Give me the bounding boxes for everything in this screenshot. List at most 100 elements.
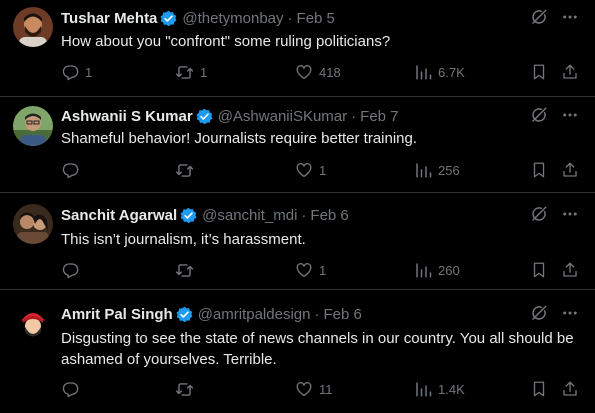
avatar[interactable] bbox=[13, 303, 53, 343]
like-button[interactable]: 1 bbox=[295, 159, 326, 181]
reply-icon bbox=[61, 63, 79, 81]
bookmark-button[interactable] bbox=[530, 159, 548, 181]
tweet[interactable]: Amrit Pal Singh @amritpaldesign · Feb 6 … bbox=[0, 290, 595, 413]
views-icon bbox=[414, 161, 432, 179]
reply-button[interactable]: 1 bbox=[61, 61, 92, 83]
retweet-icon bbox=[175, 161, 194, 180]
tweet-date[interactable]: Feb 7 bbox=[360, 108, 398, 125]
verified-badge-icon bbox=[160, 10, 177, 27]
author-name[interactable]: Amrit Pal Singh bbox=[61, 306, 173, 323]
avatar[interactable] bbox=[13, 7, 53, 47]
tweet-actions: 1 256 bbox=[61, 159, 581, 181]
tweet-text: Shameful behavior! Journalists require b… bbox=[61, 130, 418, 147]
avatar[interactable] bbox=[13, 106, 53, 146]
avatar[interactable] bbox=[13, 204, 53, 244]
views-count: 256 bbox=[438, 162, 460, 178]
retweet-button[interactable] bbox=[175, 259, 200, 281]
bookmark-button[interactable] bbox=[530, 378, 548, 400]
bookmark-button[interactable] bbox=[530, 61, 548, 83]
tweet-actions: 11 1.4K bbox=[61, 378, 581, 400]
views-count: 260 bbox=[438, 262, 460, 278]
reply-button[interactable] bbox=[61, 259, 85, 281]
tweet-top-icons bbox=[530, 205, 579, 228]
reply-button[interactable] bbox=[61, 159, 85, 181]
author-handle[interactable]: @thetymonbay bbox=[182, 10, 283, 27]
more-icon[interactable] bbox=[561, 8, 579, 31]
tweet-top-icons bbox=[530, 8, 579, 31]
views-button[interactable]: 260 bbox=[414, 259, 460, 281]
grok-icon[interactable] bbox=[530, 8, 548, 31]
views-icon bbox=[414, 380, 432, 398]
share-icon bbox=[561, 161, 579, 179]
tweet[interactable]: Ashwanii S Kumar @AshwaniiSKumar · Feb 7… bbox=[0, 97, 595, 193]
bookmark-icon bbox=[530, 380, 548, 398]
reply-icon bbox=[61, 380, 79, 398]
views-count: 1.4K bbox=[438, 381, 465, 397]
bookmark-icon bbox=[530, 161, 548, 179]
verified-badge-icon bbox=[180, 207, 197, 224]
tweet-text: How about you "confront" some ruling pol… bbox=[61, 33, 391, 50]
more-icon[interactable] bbox=[561, 304, 579, 327]
like-count: 1 bbox=[319, 162, 327, 178]
reply-icon bbox=[61, 161, 79, 179]
tweet-date[interactable]: Feb 6 bbox=[323, 306, 361, 323]
separator-dot: · bbox=[287, 9, 293, 27]
tweet-date[interactable]: Feb 6 bbox=[310, 207, 348, 224]
views-button[interactable]: 256 bbox=[414, 159, 460, 181]
retweet-count: 1 bbox=[200, 64, 208, 80]
author-name[interactable]: Tushar Mehta bbox=[61, 10, 157, 27]
like-button[interactable]: 418 bbox=[295, 61, 341, 83]
grok-icon[interactable] bbox=[530, 205, 548, 228]
author-handle[interactable]: @amritpaldesign bbox=[198, 306, 311, 323]
views-icon bbox=[414, 63, 432, 81]
tweet-top-icons bbox=[530, 304, 579, 327]
like-icon bbox=[295, 63, 313, 81]
views-icon bbox=[414, 261, 432, 279]
like-icon bbox=[295, 261, 313, 279]
like-icon bbox=[295, 380, 313, 398]
views-count: 6.7K bbox=[438, 64, 465, 80]
views-button[interactable]: 1.4K bbox=[414, 378, 465, 400]
tweet-header: Ashwanii S Kumar @AshwaniiSKumar · Feb 7 bbox=[61, 106, 399, 126]
author-name[interactable]: Ashwanii S Kumar bbox=[61, 108, 193, 125]
tweet[interactable]: Sanchit Agarwal @sanchit_mdi · Feb 6 Thi… bbox=[0, 193, 595, 290]
bookmark-icon bbox=[530, 261, 548, 279]
tweet-date[interactable]: Feb 5 bbox=[297, 10, 335, 27]
views-button[interactable]: 6.7K bbox=[414, 61, 465, 83]
tweet-header: Amrit Pal Singh @amritpaldesign · Feb 6 bbox=[61, 304, 362, 324]
share-icon bbox=[561, 261, 579, 279]
separator-dot: · bbox=[314, 305, 320, 323]
retweet-button[interactable]: 1 bbox=[175, 61, 207, 83]
bookmark-icon bbox=[530, 63, 548, 81]
tweet[interactable]: Tushar Mehta @thetymonbay · Feb 5 How ab… bbox=[0, 0, 595, 97]
share-button[interactable] bbox=[561, 159, 579, 181]
tweet-actions: 1 260 bbox=[61, 259, 581, 281]
retweet-button[interactable] bbox=[175, 159, 200, 181]
grok-icon[interactable] bbox=[530, 304, 548, 327]
like-button[interactable]: 11 bbox=[295, 378, 333, 400]
reply-count: 1 bbox=[85, 64, 93, 80]
retweet-icon bbox=[175, 380, 194, 399]
share-button[interactable] bbox=[561, 259, 579, 281]
separator-dot: · bbox=[301, 206, 307, 224]
more-icon[interactable] bbox=[561, 106, 579, 129]
tweet-header: Tushar Mehta @thetymonbay · Feb 5 bbox=[61, 8, 335, 28]
author-name[interactable]: Sanchit Agarwal bbox=[61, 207, 177, 224]
author-handle[interactable]: @sanchit_mdi bbox=[202, 207, 297, 224]
tweet-actions: 1 1 418 6.7K bbox=[61, 61, 581, 83]
retweet-icon bbox=[175, 63, 194, 82]
retweet-icon bbox=[175, 261, 194, 280]
like-count: 418 bbox=[319, 64, 341, 80]
reply-button[interactable] bbox=[61, 378, 85, 400]
grok-icon[interactable] bbox=[530, 106, 548, 129]
share-button[interactable] bbox=[561, 61, 579, 83]
share-icon bbox=[561, 63, 579, 81]
retweet-button[interactable] bbox=[175, 378, 200, 400]
more-icon[interactable] bbox=[561, 205, 579, 228]
like-icon bbox=[295, 161, 313, 179]
bookmark-button[interactable] bbox=[530, 259, 548, 281]
reply-icon bbox=[61, 261, 79, 279]
like-button[interactable]: 1 bbox=[295, 259, 326, 281]
author-handle[interactable]: @AshwaniiSKumar bbox=[218, 108, 347, 125]
share-button[interactable] bbox=[561, 378, 579, 400]
